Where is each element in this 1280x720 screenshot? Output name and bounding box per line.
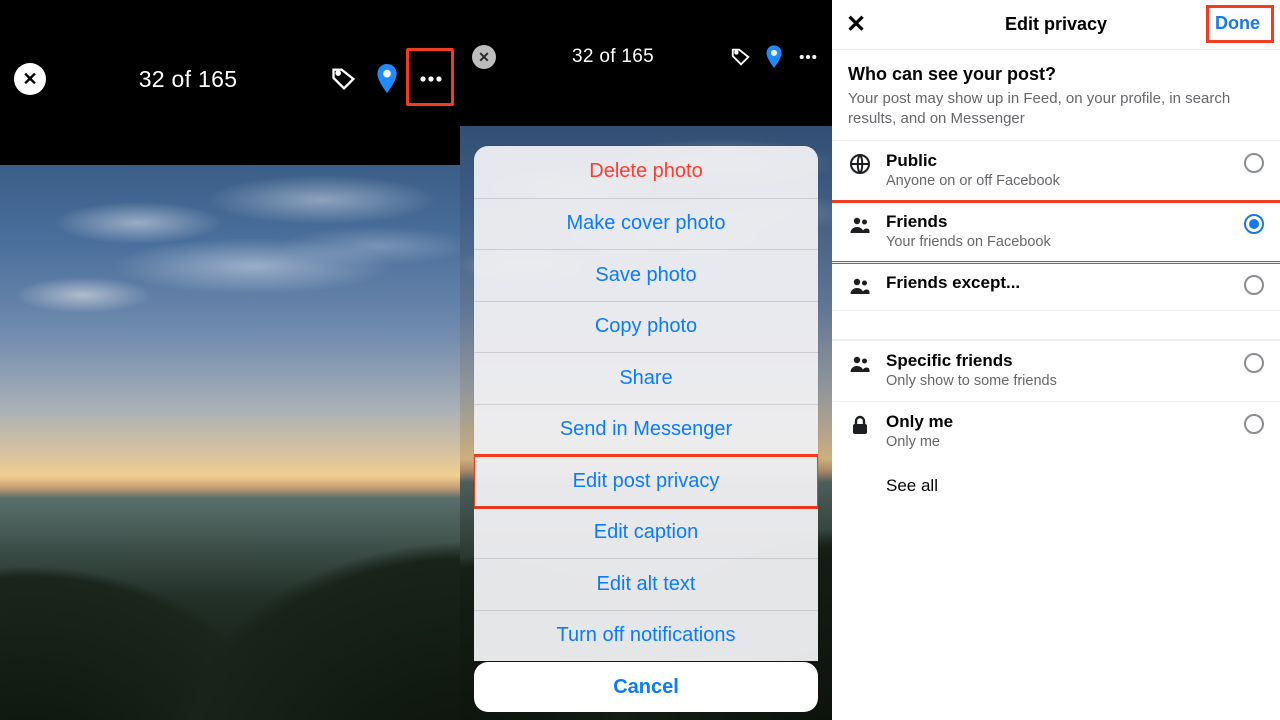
option-text: Specific friends Only show to some friend… xyxy=(886,351,1230,389)
sheet-item-label: Delete photo xyxy=(589,160,702,183)
highlight-done-button xyxy=(1206,5,1274,43)
close-button[interactable]: ✕ xyxy=(846,10,866,39)
sheet-item-label: Share xyxy=(619,367,672,390)
section-description: Your post may show up in Feed, on your p… xyxy=(848,89,1264,130)
location-pin-icon[interactable] xyxy=(374,64,400,94)
radio-button[interactable] xyxy=(1244,353,1264,373)
topbar-icons xyxy=(730,45,820,69)
close-icon: ✕ xyxy=(22,69,37,90)
privacy-option[interactable]: Only me Only me xyxy=(832,401,1280,462)
location-pin-icon[interactable] xyxy=(764,45,784,69)
option-label: Specific friends xyxy=(886,351,1230,371)
see-all-label: See all xyxy=(886,476,938,495)
sheet-item[interactable]: Send in Messenger xyxy=(474,404,818,456)
sheet-item[interactable]: Share xyxy=(474,352,818,404)
option-label: Friends except... xyxy=(886,273,1230,293)
sheet-item-label: Copy photo xyxy=(595,315,697,338)
photo-viewer-pane-1: ✕ 32 of 165 xyxy=(0,0,460,720)
sheet-item-label: Make cover photo xyxy=(567,212,726,235)
option-text: Only me Only me xyxy=(886,412,1230,450)
sheet-item[interactable]: Delete photo xyxy=(474,146,818,198)
edit-privacy-pane: ✕ Edit privacy Done Who can see your pos… xyxy=(832,0,1280,720)
viewer-topbar: ✕ 32 of 165 xyxy=(460,36,832,78)
privacy-intro: Who can see your post? Your post may sho… xyxy=(832,50,1280,140)
sheet-item[interactable]: Turn off notifications xyxy=(474,610,818,662)
tag-icon[interactable] xyxy=(330,65,358,93)
specific-icon xyxy=(848,352,872,376)
privacy-option[interactable]: Public Anyone on or off Facebook xyxy=(832,140,1280,201)
sheet-item[interactable]: Save photo xyxy=(474,249,818,301)
close-icon: ✕ xyxy=(478,49,490,66)
close-button[interactable]: ✕ xyxy=(472,45,496,69)
privacy-header: ✕ Edit privacy Done xyxy=(832,0,1280,50)
photo[interactable] xyxy=(0,165,460,720)
option-description: Only show to some friends xyxy=(886,373,1230,389)
option-label: Only me xyxy=(886,412,1230,432)
radio-button[interactable] xyxy=(1244,414,1264,434)
highlight-more-button xyxy=(406,48,454,106)
sheet-item[interactable]: Edit alt text xyxy=(474,558,818,610)
see-all-button[interactable]: See all xyxy=(832,462,1280,510)
sheet-item-label: Edit caption xyxy=(594,521,699,544)
globe-icon xyxy=(848,152,872,176)
close-button[interactable]: ✕ xyxy=(14,63,46,95)
option-label: Public xyxy=(886,151,1230,171)
privacy-option[interactable]: Friends except... xyxy=(832,262,1280,310)
option-text: Public Anyone on or off Facebook xyxy=(886,151,1230,189)
sheet-item[interactable]: Edit post privacy xyxy=(474,455,818,507)
highlight-friends-option xyxy=(832,200,1280,264)
sheet-item[interactable]: Copy photo xyxy=(474,301,818,353)
tag-icon[interactable] xyxy=(730,46,752,68)
sheet-item-label: Save photo xyxy=(595,264,696,287)
section-heading: Who can see your post? xyxy=(848,64,1264,85)
sheet-item[interactable]: Make cover photo xyxy=(474,198,818,250)
sheet-item-label: Turn off notifications xyxy=(557,624,736,647)
highlight-edit-post-privacy xyxy=(474,454,818,509)
option-text: Friends except... xyxy=(886,273,1230,293)
options-divider xyxy=(832,310,1280,340)
viewer-topbar: ✕ 32 of 165 xyxy=(0,52,460,106)
cancel-label: Cancel xyxy=(613,676,679,699)
more-icon[interactable] xyxy=(796,46,820,68)
sheet-item[interactable]: Edit caption xyxy=(474,507,818,559)
photo-counter: 32 of 165 xyxy=(496,46,730,68)
privacy-option[interactable]: FriendsYour friends on Facebook xyxy=(832,201,1280,262)
friends-except-icon xyxy=(848,274,872,298)
photo-counter: 32 of 165 xyxy=(46,66,330,93)
privacy-option[interactable]: Specific friends Only show to some friend… xyxy=(832,340,1280,401)
option-description: Anyone on or off Facebook xyxy=(886,173,1230,189)
radio-button[interactable] xyxy=(1244,153,1264,173)
sheet-item-label: Send in Messenger xyxy=(560,418,732,441)
radio-button[interactable] xyxy=(1244,275,1264,295)
option-description: Only me xyxy=(886,434,1230,450)
lock-icon xyxy=(848,413,872,437)
action-sheet: Delete photo Make cover photo Save photo Co… xyxy=(474,146,818,661)
photo-viewer-pane-2: ✕ 32 of 165 Delete photo Make cover photo… xyxy=(460,0,832,720)
cancel-button[interactable]: Cancel xyxy=(474,662,818,712)
sheet-item-label: Edit alt text xyxy=(597,573,696,596)
close-icon: ✕ xyxy=(846,11,866,38)
